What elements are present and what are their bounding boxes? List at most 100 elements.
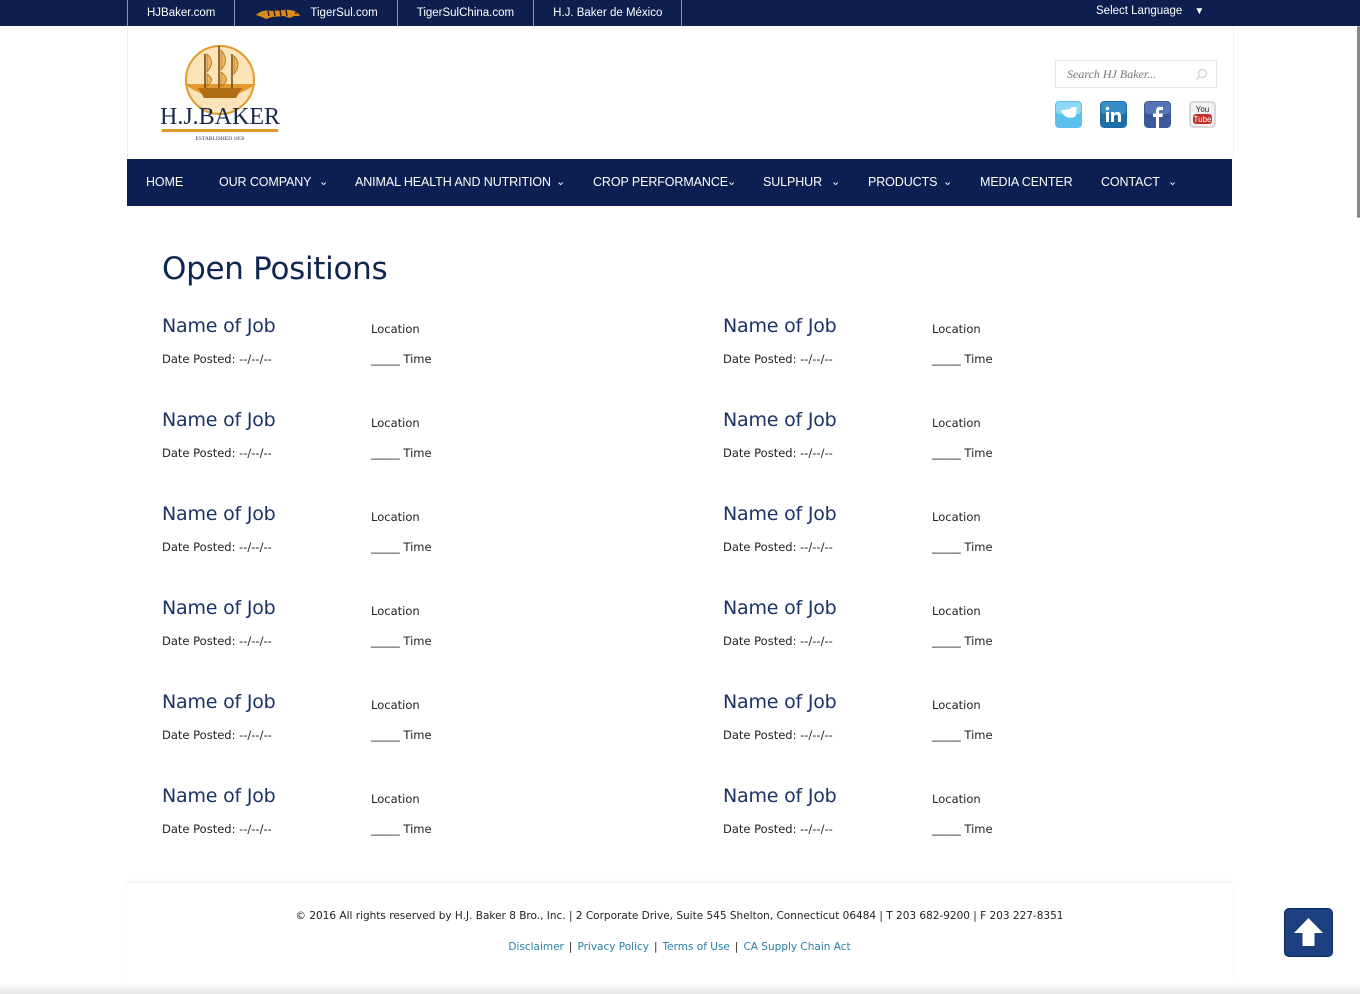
chevron-down-icon[interactable]: ⌄ bbox=[1168, 159, 1177, 206]
job-name-link[interactable]: Name of Job bbox=[723, 597, 837, 619]
job-time: _____ Time bbox=[371, 634, 432, 648]
nav-item-animal-health[interactable]: Animal Health and Nutrition bbox=[355, 159, 551, 206]
job-name-link[interactable]: Name of Job bbox=[162, 503, 276, 525]
site-link-label: HJBaker.com bbox=[147, 7, 216, 19]
language-selector[interactable]: Select Language ▼ bbox=[1096, 0, 1204, 22]
job-location: Location bbox=[932, 416, 981, 430]
page-bottom-shade bbox=[0, 984, 1360, 994]
page-title: Open Positions bbox=[162, 251, 388, 287]
job-time: _____ Time bbox=[932, 822, 993, 836]
chevron-down-icon[interactable]: ⌄ bbox=[943, 159, 952, 206]
job-location: Location bbox=[932, 604, 981, 618]
job-location: Location bbox=[371, 322, 420, 336]
back-to-top-button[interactable] bbox=[1285, 909, 1332, 956]
job-date-posted: Date Posted: --/--/-- bbox=[723, 446, 833, 460]
job-time: _____ Time bbox=[371, 446, 432, 460]
top-site-bar: HJBaker.com TigerSul.com TigerSulChina.c… bbox=[0, 0, 1360, 26]
youtube-icon[interactable]: You Tube bbox=[1189, 101, 1216, 128]
site-link-label: TigerSulChina.com bbox=[416, 7, 515, 19]
job-time: _____ Time bbox=[932, 634, 993, 648]
link-separator: | bbox=[568, 941, 573, 953]
site-link-label: H.J. Baker de México bbox=[553, 7, 663, 19]
job-time: _____ Time bbox=[371, 352, 432, 366]
job-listing: Name of Job Location Date Posted: --/--/… bbox=[162, 503, 562, 573]
job-location: Location bbox=[932, 510, 981, 524]
job-name-link[interactable]: Name of Job bbox=[723, 503, 837, 525]
chevron-down-icon[interactable]: ⌄ bbox=[727, 159, 736, 206]
search-icon[interactable] bbox=[1195, 68, 1208, 81]
job-name-link[interactable]: Name of Job bbox=[723, 691, 837, 713]
site-link-mexico[interactable]: H.J. Baker de México bbox=[533, 0, 683, 26]
job-date-posted: Date Posted: --/--/-- bbox=[162, 446, 272, 460]
search-input[interactable] bbox=[1056, 61, 1197, 87]
job-name-link[interactable]: Name of Job bbox=[162, 597, 276, 619]
job-name-link[interactable]: Name of Job bbox=[162, 315, 276, 337]
job-name-link[interactable]: Name of Job bbox=[162, 409, 276, 431]
job-location: Location bbox=[371, 604, 420, 618]
chevron-down-icon[interactable]: ⌄ bbox=[831, 159, 840, 206]
job-listing: Name of Job Location Date Posted: --/--/… bbox=[162, 597, 562, 667]
job-name-link[interactable]: Name of Job bbox=[723, 409, 837, 431]
language-label: Select Language bbox=[1096, 5, 1183, 17]
tiger-icon bbox=[256, 9, 301, 19]
job-name-link[interactable]: Name of Job bbox=[162, 785, 276, 807]
job-location: Location bbox=[371, 792, 420, 806]
dropdown-triangle-icon: ▼ bbox=[1194, 6, 1205, 17]
search-box bbox=[1055, 60, 1217, 88]
job-location: Location bbox=[932, 698, 981, 712]
job-date-posted: Date Posted: --/--/-- bbox=[162, 540, 272, 554]
job-time: _____ Time bbox=[932, 352, 993, 366]
chevron-down-icon[interactable]: ⌄ bbox=[556, 159, 565, 206]
logo-wordmark: H.J.BAKER bbox=[160, 104, 280, 130]
job-location: Location bbox=[932, 322, 981, 336]
main-nav: Home Our Company ⌄ Animal Health and Nut… bbox=[127, 159, 1232, 206]
job-listing: Name of Job Location Date Posted: --/--/… bbox=[723, 503, 1123, 573]
footer-link-terms-of-use[interactable]: Terms of Use bbox=[663, 941, 730, 953]
nav-item-media-center[interactable]: Media Center bbox=[980, 159, 1073, 206]
copyright-text: © 2016 All rights reserved by H.J. Baker… bbox=[295, 910, 1064, 922]
job-listing: Name of Job Location Date Posted: --/--/… bbox=[162, 315, 562, 385]
nav-item-sulphur[interactable]: Sulphur bbox=[763, 159, 822, 206]
nav-item-home[interactable]: Home bbox=[146, 159, 183, 206]
footer-link-ca-supply-chain[interactable]: CA Supply Chain Act bbox=[743, 941, 850, 953]
job-date-posted: Date Posted: --/--/-- bbox=[723, 728, 833, 742]
job-date-posted: Date Posted: --/--/-- bbox=[723, 540, 833, 554]
job-location: Location bbox=[371, 510, 420, 524]
job-time: _____ Time bbox=[932, 446, 993, 460]
hjbaker-logo[interactable]: H.J.BAKER ESTABLISHED 1850 bbox=[160, 40, 280, 144]
job-time: _____ Time bbox=[932, 728, 993, 742]
job-date-posted: Date Posted: --/--/-- bbox=[723, 822, 833, 836]
job-date-posted: Date Posted: --/--/-- bbox=[162, 352, 272, 366]
job-name-link[interactable]: Name of Job bbox=[723, 785, 837, 807]
chevron-down-icon[interactable]: ⌄ bbox=[319, 159, 328, 206]
job-location: Location bbox=[371, 698, 420, 712]
job-time: _____ Time bbox=[371, 540, 432, 554]
arrow-up-icon bbox=[1294, 918, 1323, 946]
footer-links: Disclaimer | Privacy Policy | Terms of Use | C… bbox=[127, 941, 1232, 953]
job-name-link[interactable]: Name of Job bbox=[162, 691, 276, 713]
nav-item-crop-performance[interactable]: Crop Performance bbox=[593, 159, 728, 206]
job-listing: Name of Job Location Date Posted: --/--/… bbox=[723, 315, 1123, 385]
footer-link-disclaimer[interactable]: Disclaimer bbox=[508, 941, 564, 953]
link-separator: | bbox=[654, 941, 658, 953]
facebook-icon[interactable] bbox=[1144, 101, 1171, 128]
job-listing: Name of Job Location Date Posted: --/--/… bbox=[723, 691, 1123, 761]
site-link-tigersulchina[interactable]: TigerSulChina.com bbox=[396, 0, 533, 26]
job-date-posted: Date Posted: --/--/-- bbox=[162, 728, 272, 742]
job-date-posted: Date Posted: --/--/-- bbox=[723, 352, 833, 366]
site-link-tigersul[interactable]: TigerSul.com bbox=[234, 0, 396, 26]
site-link-hjbaker[interactable]: HJBaker.com bbox=[127, 0, 234, 26]
linkedin-icon[interactable] bbox=[1100, 101, 1127, 128]
nav-item-products[interactable]: Products bbox=[868, 159, 937, 206]
link-separator: | bbox=[734, 941, 739, 953]
job-date-posted: Date Posted: --/--/-- bbox=[162, 822, 272, 836]
job-listing: Name of Job Location Date Posted: --/--/… bbox=[162, 409, 562, 479]
footer-link-privacy-policy[interactable]: Privacy Policy bbox=[577, 941, 649, 953]
twitter-icon[interactable] bbox=[1055, 101, 1082, 128]
job-name-link[interactable]: Name of Job bbox=[723, 315, 837, 337]
nav-item-contact[interactable]: Contact bbox=[1101, 159, 1160, 206]
job-time: _____ Time bbox=[932, 540, 993, 554]
nav-item-our-company[interactable]: Our Company bbox=[219, 159, 312, 206]
site-link-label: TigerSul.com bbox=[310, 7, 378, 19]
sister-sites: HJBaker.com TigerSul.com TigerSulChina.c… bbox=[127, 0, 683, 26]
